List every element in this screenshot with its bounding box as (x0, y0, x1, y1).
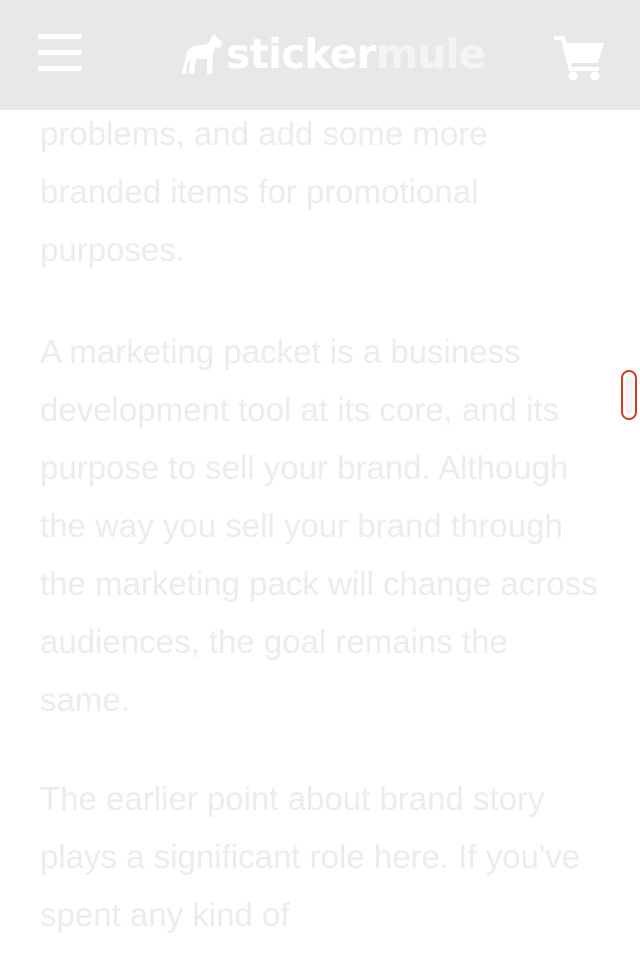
article-paragraph: problems, and add some more branded item… (40, 115, 488, 268)
logo-wordmark: stickermule (226, 33, 486, 75)
cart-glyph (554, 36, 604, 81)
stickermule-logo[interactable]: stickermule (178, 24, 486, 84)
menu-line (38, 50, 81, 55)
hamburger-menu-icon[interactable] (30, 28, 88, 80)
menu-line (38, 66, 81, 71)
article-paragraph: The earlier point about brand story play… (40, 780, 581, 933)
menu-line (38, 34, 81, 39)
article-paragraph: A marketing packet is a business develop… (40, 333, 598, 718)
horse-logo-icon (182, 34, 222, 74)
logo-text-mule: mule (375, 29, 487, 78)
shopping-cart-icon[interactable] (552, 30, 608, 82)
top-navigation-bar: stickermule (0, 0, 640, 110)
page: stickermule problems, and add some more … (0, 0, 640, 959)
logo-text-sticker: sticker (226, 29, 377, 78)
scroll-handle[interactable] (621, 370, 637, 420)
